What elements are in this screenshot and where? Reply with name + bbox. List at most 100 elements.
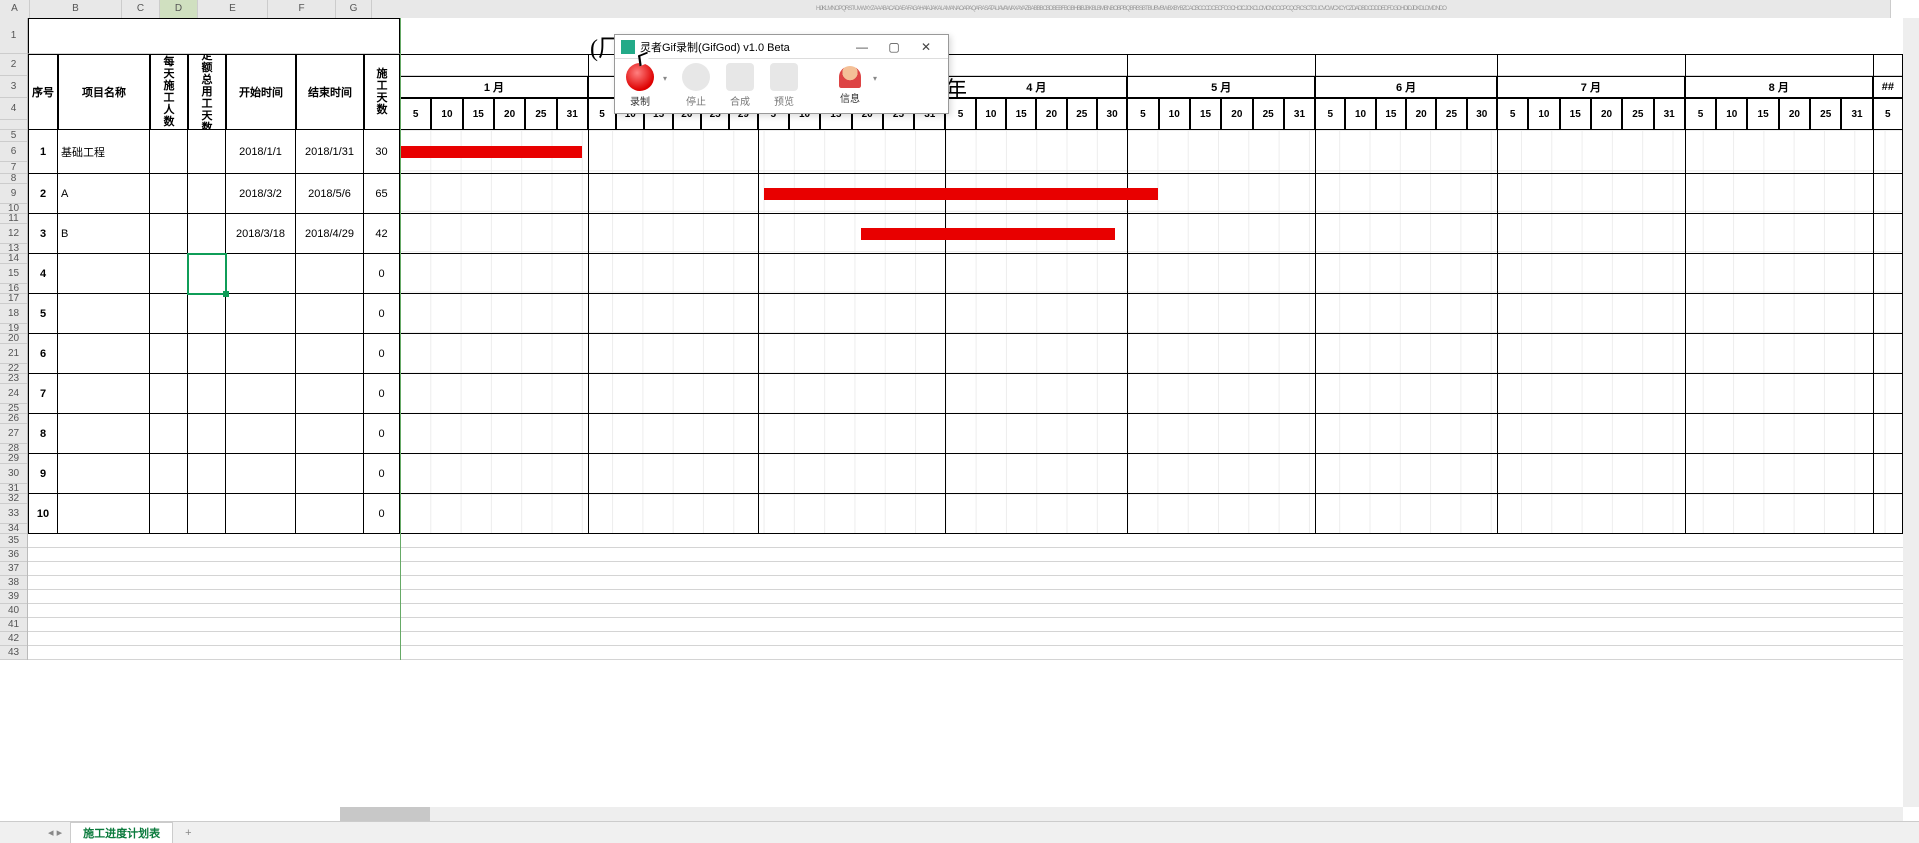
header-4[interactable]: 开始时间: [226, 54, 296, 130]
month-6[interactable]: 7 月: [1497, 76, 1685, 98]
month-0[interactable]: 1 月: [400, 76, 588, 98]
tick-42[interactable]: 5: [1685, 98, 1716, 130]
data-0-5[interactable]: 2018/1/31: [296, 130, 364, 174]
add-sheet-button[interactable]: +: [179, 827, 197, 839]
tick-38[interactable]: 15: [1560, 98, 1591, 130]
col-head-E[interactable]: E: [198, 0, 268, 18]
hscroll-thumb[interactable]: [340, 807, 430, 821]
data-2-2[interactable]: [150, 214, 188, 254]
row-head-6[interactable]: 6: [0, 142, 27, 162]
data-4-3[interactable]: [188, 294, 226, 334]
row-head-30[interactable]: 30: [0, 464, 27, 484]
blank-row-37[interactable]: [28, 562, 1919, 576]
selection-handle[interactable]: [223, 291, 229, 297]
data-5-4[interactable]: [226, 334, 296, 374]
data-8-4[interactable]: [226, 454, 296, 494]
tick-5[interactable]: 31: [557, 98, 588, 130]
record-dropdown[interactable]: ▾: [663, 63, 673, 108]
tick-35[interactable]: 30: [1467, 98, 1497, 130]
stop-button[interactable]: 停止: [675, 63, 717, 108]
row-head-37[interactable]: 37: [0, 562, 27, 576]
tick-24[interactable]: 5: [1127, 98, 1158, 130]
blank-row-43[interactable]: [28, 646, 1919, 660]
data-3-0[interactable]: 4: [28, 254, 58, 294]
col-head-A[interactable]: A: [0, 0, 30, 18]
data-5-2[interactable]: [150, 334, 188, 374]
data-3-5[interactable]: [296, 254, 364, 294]
data-0-0[interactable]: 1: [28, 130, 58, 174]
header-3[interactable]: 定额总用工天数: [188, 54, 226, 130]
row-head-33[interactable]: 33: [0, 504, 27, 524]
data-9-4[interactable]: [226, 494, 296, 534]
data-4-2[interactable]: [150, 294, 188, 334]
record-button[interactable]: 录制: [619, 63, 661, 108]
blank-row-36[interactable]: [28, 548, 1919, 562]
tick-3[interactable]: 20: [494, 98, 525, 130]
row-head-[interactable]: [0, 120, 27, 130]
data-3-4[interactable]: [226, 254, 296, 294]
row-head-35[interactable]: 35: [0, 534, 27, 548]
data-7-5[interactable]: [296, 414, 364, 454]
row-head-1[interactable]: 1: [0, 18, 27, 54]
tick-28[interactable]: 25: [1253, 98, 1284, 130]
tick-40[interactable]: 25: [1622, 98, 1653, 130]
data-1-0[interactable]: 2: [28, 174, 58, 214]
data-1-3[interactable]: [188, 174, 226, 214]
tick-30[interactable]: 5: [1315, 98, 1345, 130]
data-7-6[interactable]: 0: [364, 414, 400, 454]
gifgod-window[interactable]: 灵者Gif录制(GifGod) v1.0 Beta — ▢ ✕ 录制 ▾ 停止 …: [614, 34, 949, 114]
data-7-3[interactable]: [188, 414, 226, 454]
close-button[interactable]: ✕: [910, 37, 942, 57]
tick-36[interactable]: 5: [1497, 98, 1528, 130]
row-head-3[interactable]: 3: [0, 76, 27, 98]
data-8-2[interactable]: [150, 454, 188, 494]
row-head-20[interactable]: 20: [0, 334, 27, 344]
vertical-scrollbar[interactable]: [1903, 18, 1919, 807]
info-dropdown[interactable]: ▾: [873, 63, 883, 108]
data-9-2[interactable]: [150, 494, 188, 534]
data-5-3[interactable]: [188, 334, 226, 374]
data-5-5[interactable]: [296, 334, 364, 374]
row-head-41[interactable]: 41: [0, 618, 27, 632]
data-7-0[interactable]: 8: [28, 414, 58, 454]
preview-button[interactable]: 预览: [763, 63, 805, 108]
data-7-4[interactable]: [226, 414, 296, 454]
month-5[interactable]: 6 月: [1315, 76, 1497, 98]
row-head-34[interactable]: 34: [0, 524, 27, 534]
row-head-29[interactable]: 29: [0, 454, 27, 464]
tab-nav-arrows[interactable]: ◂ ▸: [40, 826, 70, 839]
tick-33[interactable]: 20: [1406, 98, 1436, 130]
minimize-button[interactable]: —: [846, 37, 878, 57]
header-5[interactable]: 结束时间: [296, 54, 364, 130]
col-head-B[interactable]: B: [30, 0, 122, 18]
tick-31[interactable]: 10: [1345, 98, 1375, 130]
tick-34[interactable]: 25: [1436, 98, 1466, 130]
header-1[interactable]: 项目名称: [58, 54, 150, 130]
tick-46[interactable]: 25: [1810, 98, 1841, 130]
data-8-6[interactable]: 0: [364, 454, 400, 494]
gifgod-titlebar[interactable]: 灵者Gif录制(GifGod) v1.0 Beta — ▢ ✕: [615, 35, 948, 59]
data-4-5[interactable]: [296, 294, 364, 334]
row-head-23[interactable]: 23: [0, 374, 27, 384]
header-2[interactable]: 每天施工人数: [150, 54, 188, 130]
tick-25[interactable]: 10: [1159, 98, 1190, 130]
col-head-F[interactable]: F: [268, 0, 336, 18]
data-2-6[interactable]: 42: [364, 214, 400, 254]
data-6-1[interactable]: [58, 374, 150, 414]
row-head-18[interactable]: 18: [0, 304, 27, 324]
row-head-32[interactable]: 32: [0, 494, 27, 504]
data-3-2[interactable]: [150, 254, 188, 294]
data-6-6[interactable]: 0: [364, 374, 400, 414]
row-head-26[interactable]: 26: [0, 414, 27, 424]
tick-32[interactable]: 15: [1376, 98, 1406, 130]
row-head-15[interactable]: 15: [0, 264, 27, 284]
gantt-bar-2[interactable]: [861, 228, 1116, 240]
tick-1[interactable]: 10: [431, 98, 462, 130]
gantt-bar-0[interactable]: [400, 146, 582, 158]
data-7-2[interactable]: [150, 414, 188, 454]
row-head-39[interactable]: 39: [0, 590, 27, 604]
data-5-6[interactable]: 0: [364, 334, 400, 374]
tick-41[interactable]: 31: [1654, 98, 1685, 130]
data-9-1[interactable]: [58, 494, 150, 534]
row-head-4[interactable]: 4: [0, 98, 27, 120]
